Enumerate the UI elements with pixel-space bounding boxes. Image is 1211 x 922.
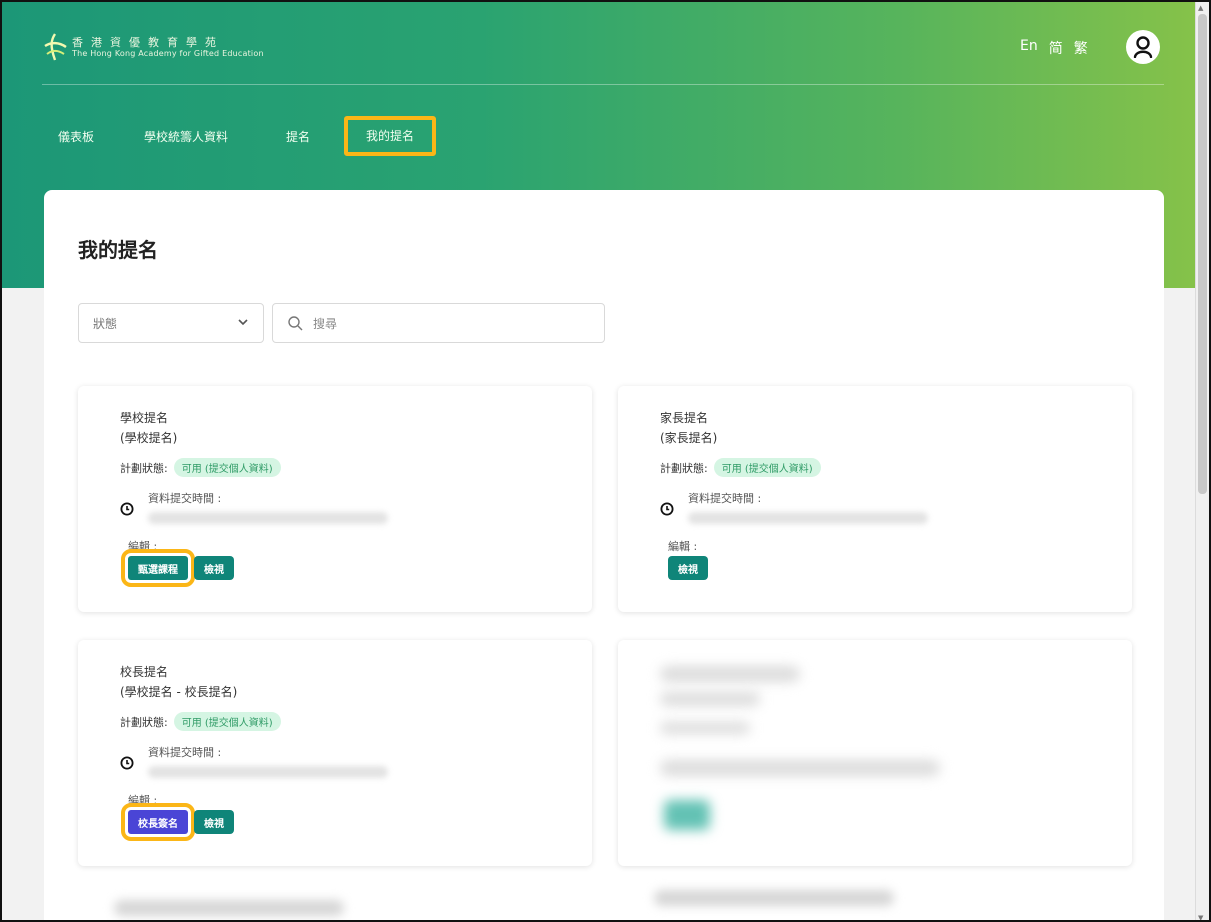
- main-panel: 我的提名 狀態 學校提名 (學校提名) 計劃狀態: 可用 (提交個人資料): [44, 190, 1164, 920]
- plan-status-label: 計劃狀態:: [120, 461, 168, 475]
- plan-status-label: 計劃狀態:: [660, 461, 708, 475]
- user-avatar-button[interactable]: [1126, 30, 1160, 64]
- nomination-card-principal: 校長提名 (學校提名 - 校長提名) 計劃狀態: 可用 (提交個人資料) 資料提…: [78, 640, 592, 866]
- view-button[interactable]: 檢視: [668, 556, 708, 580]
- edit-label: 編輯 :: [128, 794, 158, 807]
- logo-chinese-text: 香港資優教育學苑: [72, 35, 224, 49]
- redacted-text: [660, 666, 800, 682]
- nomination-card-redacted: [618, 640, 1132, 866]
- vertical-scrollbar[interactable]: ▲ ▼: [1195, 2, 1209, 920]
- clock-icon: [660, 502, 674, 516]
- language-switcher: En 简 繁: [1020, 38, 1088, 58]
- view-button[interactable]: 檢視: [194, 810, 234, 834]
- nav-item-dashboard[interactable]: 儀表板: [58, 128, 94, 145]
- nav-item-nominate[interactable]: 提名: [286, 128, 310, 145]
- browser-frame: 香港資優教育學苑 The Hong Kong Academy for Gifte…: [0, 0, 1211, 922]
- plan-status-label: 計劃狀態:: [120, 715, 168, 729]
- nav-item-my-nominations[interactable]: 我的提名: [344, 116, 436, 156]
- submit-time-label: 資料提交時間 :: [148, 746, 222, 759]
- search-input[interactable]: [313, 314, 583, 334]
- status-filter-placeholder: 狀態: [93, 317, 118, 331]
- card-subtitle: (學校提名 - 校長提名): [120, 685, 238, 699]
- principal-signature-button[interactable]: 校長簽名: [121, 803, 195, 841]
- redacted-card-preview: [114, 900, 344, 916]
- plan-status-badge: 可用 (提交個人資料): [173, 712, 281, 731]
- card-title: 校長提名: [120, 665, 169, 679]
- clock-icon: [120, 502, 134, 516]
- redacted-submit-time: [148, 766, 388, 778]
- scroll-up-icon[interactable]: ▲: [1198, 4, 1203, 12]
- edit-label: 編輯 :: [128, 540, 158, 553]
- status-filter-select[interactable]: 狀態: [78, 303, 264, 343]
- nav-item-coordinator-info[interactable]: 學校統籌人資料: [144, 128, 228, 145]
- card-subtitle: (學校提名): [120, 431, 178, 445]
- academy-logo[interactable]: 香港資優教育學苑 The Hong Kong Academy for Gifte…: [42, 32, 264, 62]
- plan-status-badge: 可用 (提交個人資料): [173, 458, 281, 477]
- search-icon: [288, 316, 303, 331]
- card-title: 家長提名: [660, 411, 709, 425]
- lang-english[interactable]: En: [1020, 38, 1038, 58]
- scroll-down-icon[interactable]: ▼: [1198, 914, 1203, 920]
- scrollbar-thumb[interactable]: [1198, 14, 1207, 494]
- nomination-card-parent: 家長提名 (家長提名) 計劃狀態: 可用 (提交個人資料) 資料提交時間 : 編…: [618, 386, 1132, 612]
- page-title: 我的提名: [78, 238, 158, 262]
- header-divider: [42, 84, 1164, 85]
- clock-icon: [120, 756, 134, 770]
- nomination-card-school: 學校提名 (學校提名) 計劃狀態: 可用 (提交個人資料) 資料提交時間 : 編…: [78, 386, 592, 612]
- edit-label: 編輯 :: [668, 540, 698, 553]
- redacted-submit-time: [688, 512, 928, 524]
- plan-status-badge: 可用 (提交個人資料): [713, 458, 821, 477]
- user-icon: [1133, 36, 1153, 58]
- logo-english-text: The Hong Kong Academy for Gifted Educati…: [72, 48, 264, 58]
- redacted-submit-time: [148, 512, 388, 524]
- submit-time-label: 資料提交時間 :: [148, 492, 222, 505]
- redacted-text: [660, 692, 760, 706]
- redacted-button: [664, 800, 710, 830]
- redacted-text: [660, 722, 750, 734]
- select-course-button[interactable]: 甄選課程: [121, 549, 195, 587]
- card-title: 學校提名: [120, 411, 169, 425]
- redacted-text: [660, 760, 940, 776]
- lang-traditional[interactable]: 繁: [1074, 38, 1088, 58]
- search-field[interactable]: [272, 303, 605, 343]
- submit-time-label: 資料提交時間 :: [688, 492, 762, 505]
- lang-simplified[interactable]: 简: [1049, 38, 1063, 58]
- chevron-down-icon: [238, 319, 248, 326]
- card-subtitle: (家長提名): [660, 431, 718, 445]
- logo-mark-icon: [44, 33, 67, 61]
- redacted-card-preview: [654, 890, 894, 906]
- view-button[interactable]: 檢視: [194, 556, 234, 580]
